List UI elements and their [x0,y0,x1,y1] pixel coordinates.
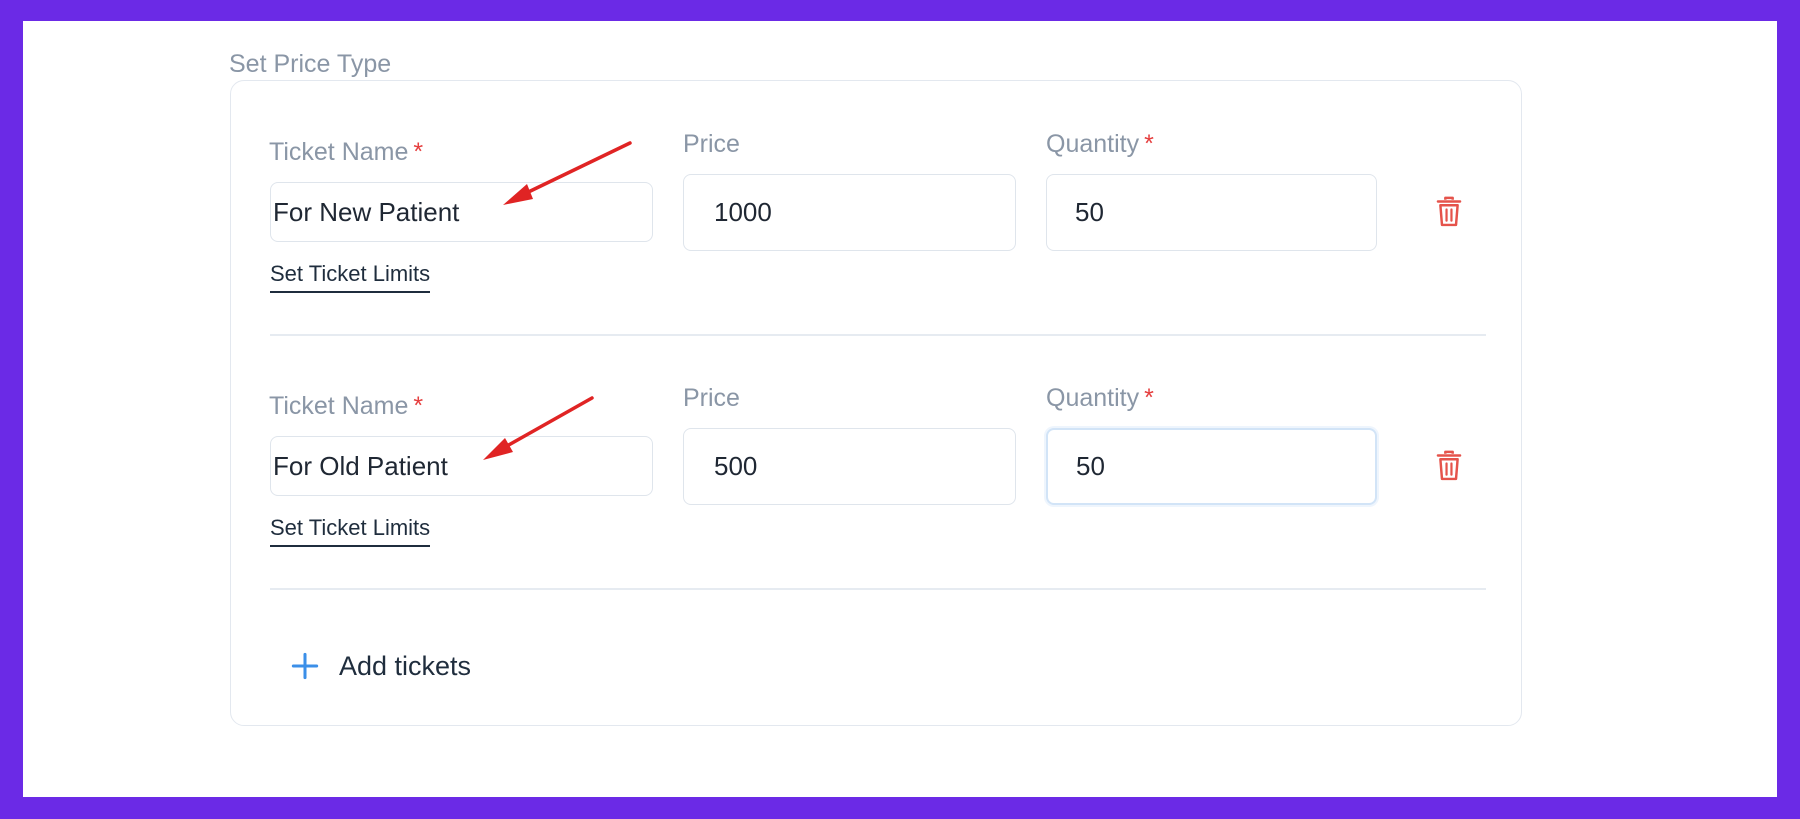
red-arrow [483,396,594,460]
annotation-arrows [483,141,632,460]
red-arrow [503,141,632,205]
